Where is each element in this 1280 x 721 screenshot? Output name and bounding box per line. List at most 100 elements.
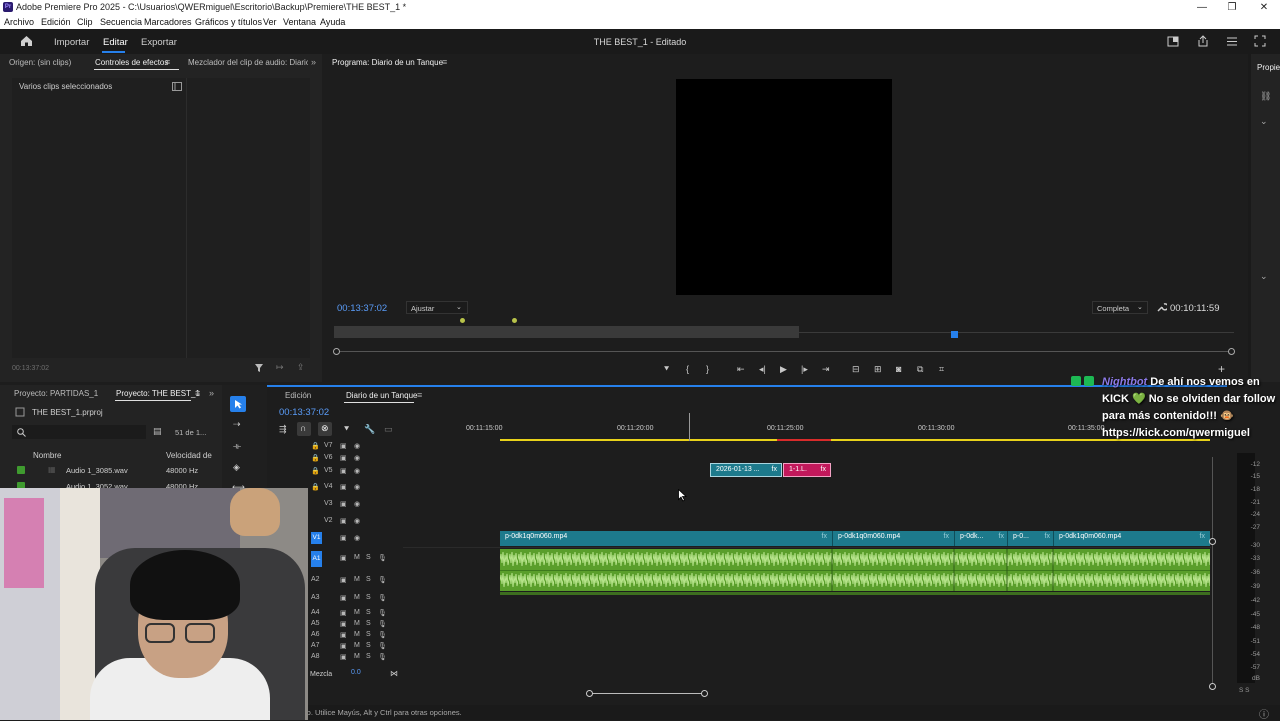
- menu-archivo[interactable]: Archivo: [4, 17, 34, 27]
- track-header-a3[interactable]: A3 ▣ M S 🎙: [307, 594, 401, 606]
- mark-out-icon[interactable]: }: [706, 364, 709, 374]
- track-header-v2[interactable]: V2 ▣ ◉: [307, 517, 401, 529]
- mix-value[interactable]: 0.0: [351, 669, 361, 676]
- track-header-v6[interactable]: 🔒 V6 ▣ ◉: [307, 454, 401, 464]
- tab-source[interactable]: Origen: (sin clips): [9, 58, 71, 67]
- minimize-button[interactable]: —: [1192, 1, 1212, 14]
- v1-clip-4[interactable]: p-0... fx: [1007, 531, 1053, 546]
- menu-ventana[interactable]: Ventana: [283, 17, 316, 27]
- track-header-a7[interactable]: A7 ▣ M S 🎙: [307, 642, 401, 653]
- tab-effect-controls[interactable]: Controles de efectos: [95, 58, 168, 67]
- properties-link-icon[interactable]: ⛓: [1260, 91, 1271, 102]
- scroll-handle-left[interactable]: [333, 348, 340, 355]
- marker-1[interactable]: [460, 318, 465, 323]
- track-header-v4[interactable]: 🔒 V4 ▣ ◉: [307, 483, 401, 495]
- captions-icon[interactable]: ▭: [384, 424, 393, 435]
- timeline-scroll-handle-left[interactable]: [586, 690, 593, 697]
- wrench-icon[interactable]: [1156, 302, 1167, 313]
- properties-chevron-2-icon[interactable]: ⌄: [1260, 271, 1268, 282]
- play-only-audio-icon[interactable]: ↦: [276, 362, 284, 373]
- snap-toggle[interactable]: ∩: [297, 422, 311, 436]
- v5-clip-2[interactable]: 1-1.L. fx: [783, 463, 831, 477]
- project-more-tabs-icon[interactable]: »: [209, 388, 214, 398]
- vscroll-handle-bottom[interactable]: [1209, 683, 1216, 690]
- step-forward-icon[interactable]: |▸: [801, 364, 808, 375]
- program-timecode[interactable]: 00:13:37:02: [337, 303, 387, 314]
- info-icon[interactable]: ⓘ: [1259, 706, 1269, 721]
- tab-audio-clip-mixer[interactable]: Mezclador del clip de audio: Diario de: [188, 58, 308, 67]
- menu-clip[interactable]: Clip: [77, 17, 93, 27]
- menu-edicion[interactable]: Edición: [41, 17, 71, 27]
- timeline-timecode[interactable]: 00:13:37:02: [279, 407, 329, 418]
- v1-clip-1[interactable]: p-0dk1q0m060.mp4 fx: [500, 531, 832, 546]
- timeline-settings-icon[interactable]: 🔧: [364, 424, 375, 435]
- nest-icon[interactable]: ⇶: [279, 424, 287, 435]
- track-header-a1[interactable]: A1 ▣ M S 🎙: [307, 551, 401, 569]
- tab-project-the-best[interactable]: Proyecto: THE BEST_1: [116, 389, 200, 398]
- menu-marcadores[interactable]: Marcadores: [144, 17, 192, 27]
- meter-solo-buttons[interactable]: S S: [1239, 687, 1249, 694]
- menu-graficos[interactable]: Gráficos y títulos: [195, 17, 262, 27]
- column-name[interactable]: Nombre: [33, 451, 61, 460]
- timeline-scroll-handle-right[interactable]: [701, 690, 708, 697]
- video-preview[interactable]: [676, 79, 892, 295]
- comparison-view-icon[interactable]: ⧉: [917, 364, 923, 375]
- vertical-scrollbar[interactable]: [1212, 457, 1213, 687]
- program-menu-icon[interactable]: ≡: [442, 57, 447, 67]
- tab-project-partidas[interactable]: Proyecto: PARTIDAS_1: [14, 389, 98, 398]
- track-header-a2[interactable]: A2 ▣ M S 🎙: [307, 576, 401, 588]
- linked-selection-toggle[interactable]: ⊗: [318, 422, 332, 436]
- mix-expand-icon[interactable]: ⋈: [390, 669, 398, 678]
- v1-clip-3[interactable]: p-0dk... fx: [954, 531, 1007, 546]
- share-icon[interactable]: [1197, 35, 1209, 47]
- fullscreen-icon[interactable]: [1254, 35, 1266, 47]
- tab-sequence[interactable]: Diario de un Tanque: [346, 391, 417, 400]
- new-bin-icon[interactable]: ▤: [153, 426, 162, 437]
- step-back-icon[interactable]: ◂|: [759, 364, 766, 375]
- effect-controls-menu-icon[interactable]: ≡: [165, 57, 170, 67]
- vscroll-handle-top[interactable]: [1209, 538, 1216, 545]
- properties-chevron-icon[interactable]: ⌄: [1260, 116, 1268, 127]
- v1-clip-2[interactable]: p-0dk1q0m060.mp4 fx: [832, 531, 954, 546]
- program-scrollbar[interactable]: [334, 351, 1232, 352]
- track-header-v3[interactable]: V3 ▣ ◉: [307, 500, 401, 512]
- project-search-input[interactable]: [12, 425, 146, 439]
- restore-button[interactable]: ❐: [1222, 1, 1242, 14]
- go-to-out-icon[interactable]: ⇥: [822, 364, 830, 375]
- v1-clip-5[interactable]: p-0dk1q0m060.mp4 fx: [1053, 531, 1210, 546]
- list-item[interactable]: ▦ Audio 1_3085.wav 48000 Hz: [0, 462, 222, 477]
- tab-properties[interactable]: Propied: [1257, 63, 1280, 72]
- export-frame-button-icon[interactable]: ⌗: [939, 364, 944, 375]
- track-header-a5[interactable]: A5 ▣ M S 🎙: [307, 620, 401, 631]
- ripple-edit-tool-icon[interactable]: ⟛: [233, 441, 241, 452]
- panel-toggle-icon[interactable]: [172, 82, 182, 91]
- mark-in-icon[interactable]: {: [686, 364, 689, 374]
- filter-icon[interactable]: [254, 363, 264, 373]
- a2-audio-strip[interactable]: [500, 592, 1210, 595]
- timeline-playhead[interactable]: [689, 413, 690, 441]
- tab-program[interactable]: Programa: Diario de un Tanque: [332, 58, 443, 67]
- a1-audio-clip[interactable]: [500, 549, 1210, 591]
- timeline-scrollbar[interactable]: [589, 693, 705, 694]
- add-marker-icon[interactable]: ⯆: [663, 364, 670, 375]
- go-to-in-icon[interactable]: ⇤: [737, 364, 745, 375]
- program-playhead[interactable]: [951, 331, 958, 338]
- marker-2[interactable]: [512, 318, 517, 323]
- track-select-tool-icon[interactable]: ⇢: [233, 419, 241, 430]
- camera-icon[interactable]: ◙: [896, 364, 901, 374]
- selection-tool[interactable]: [230, 396, 246, 412]
- tab-edicion[interactable]: Edición: [285, 391, 311, 400]
- menu-secuencia[interactable]: Secuencia: [100, 17, 142, 27]
- timeline-marker-icon[interactable]: ⯆: [343, 424, 350, 435]
- zoom-select[interactable]: Ajustar ⌄: [406, 301, 468, 314]
- play-icon[interactable]: ▶: [780, 364, 787, 375]
- track-header-v5[interactable]: 🔒 V5 ▣ ◉: [307, 467, 401, 479]
- lift-icon[interactable]: ⊟: [852, 364, 860, 375]
- resolution-select[interactable]: Completa ⌄: [1092, 301, 1148, 314]
- track-header-v7[interactable]: 🔒 V7 ▣ ◉: [307, 442, 401, 452]
- export-frame-icon[interactable]: ⇪: [297, 362, 305, 373]
- extract-icon[interactable]: ⊞: [874, 364, 882, 375]
- track-header-v1[interactable]: V1 ▣ ◉: [307, 532, 401, 546]
- track-header-a4[interactable]: A4 ▣ M S 🎙: [307, 609, 401, 620]
- menu-ayuda[interactable]: Ayuda: [320, 17, 345, 27]
